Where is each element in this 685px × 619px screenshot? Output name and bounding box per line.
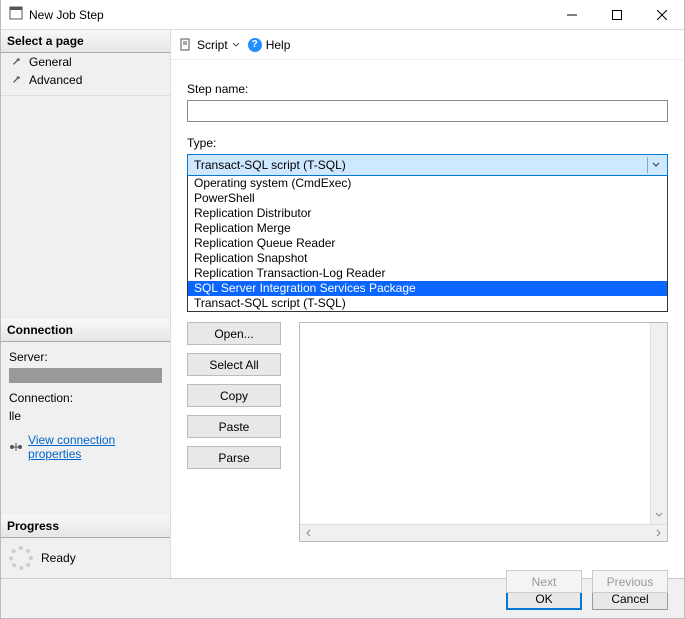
type-option[interactable]: Transact-SQL script (T-SQL) [188, 296, 667, 311]
type-value: Transact-SQL script (T-SQL) [194, 158, 346, 172]
type-option[interactable]: Replication Queue Reader [188, 236, 667, 251]
main-panel: Script ? Help Step name: Type: Transact-… [171, 30, 684, 578]
chevron-down-icon [647, 157, 663, 173]
help-label: Help [266, 38, 291, 52]
script-button[interactable]: Script [179, 38, 240, 52]
command-textarea[interactable] [299, 322, 668, 542]
progress-spinner-icon [9, 546, 33, 570]
type-option[interactable]: SQL Server Integration Services Package [188, 281, 667, 296]
step-name-input[interactable] [187, 100, 668, 122]
window-title: New Job Step [29, 8, 104, 22]
paste-button[interactable]: Paste [187, 415, 281, 438]
help-button[interactable]: ? Help [248, 38, 291, 52]
title-bar: New Job Step [1, 0, 684, 30]
chevron-left-icon [304, 528, 314, 538]
connection-header: Connection [1, 319, 170, 342]
sidebar-item-advanced[interactable]: Advanced [1, 71, 170, 89]
server-label: Server: [1, 348, 170, 366]
maximize-button[interactable] [594, 0, 639, 30]
type-option[interactable]: PowerShell [188, 191, 667, 206]
step-name-label: Step name: [187, 82, 668, 96]
help-icon: ? [248, 38, 262, 52]
next-button[interactable]: Next [506, 570, 582, 593]
close-button[interactable] [639, 0, 684, 30]
sidebar-item-label: Advanced [29, 73, 82, 87]
sidebar-item-label: General [29, 55, 72, 69]
script-label: Script [197, 38, 228, 52]
type-combobox[interactable]: Transact-SQL script (T-SQL) [187, 154, 668, 176]
connection-value: lle [1, 407, 170, 425]
progress-status: Ready [41, 551, 76, 565]
type-option[interactable]: Replication Transaction-Log Reader [188, 266, 667, 281]
connection-icon [9, 440, 22, 454]
toolbar: Script ? Help [171, 30, 684, 60]
sidebar: Select a page General Advanced Connectio… [1, 30, 171, 578]
chevron-down-icon [232, 41, 240, 49]
open-button[interactable]: Open... [187, 322, 281, 345]
copy-button[interactable]: Copy [187, 384, 281, 407]
chevron-right-icon [653, 528, 663, 538]
type-option[interactable]: Replication Snapshot [188, 251, 667, 266]
connection-label: Connection: [1, 389, 170, 407]
script-icon [179, 38, 193, 52]
minimize-button[interactable] [549, 0, 594, 30]
select-all-button[interactable]: Select All [187, 353, 281, 376]
wrench-icon [11, 56, 23, 68]
type-option[interactable]: Replication Distributor [188, 206, 667, 221]
type-dropdown: Operating system (CmdExec)PowerShellRepl… [187, 176, 668, 312]
server-value [9, 368, 162, 383]
wrench-icon [11, 74, 23, 86]
previous-button[interactable]: Previous [592, 570, 668, 593]
parse-button[interactable]: Parse [187, 446, 281, 469]
horizontal-scrollbar[interactable] [300, 524, 667, 541]
sidebar-item-general[interactable]: General [1, 53, 170, 71]
type-label: Type: [187, 136, 668, 150]
type-option[interactable]: Operating system (CmdExec) [188, 176, 667, 191]
view-connection-properties-link[interactable]: View connection properties [28, 433, 162, 461]
progress-header: Progress [1, 515, 170, 538]
chevron-down-icon [654, 510, 664, 520]
vertical-scrollbar[interactable] [650, 323, 667, 524]
type-option[interactable]: Replication Merge [188, 221, 667, 236]
select-page-header: Select a page [1, 30, 170, 53]
app-icon [9, 6, 23, 23]
